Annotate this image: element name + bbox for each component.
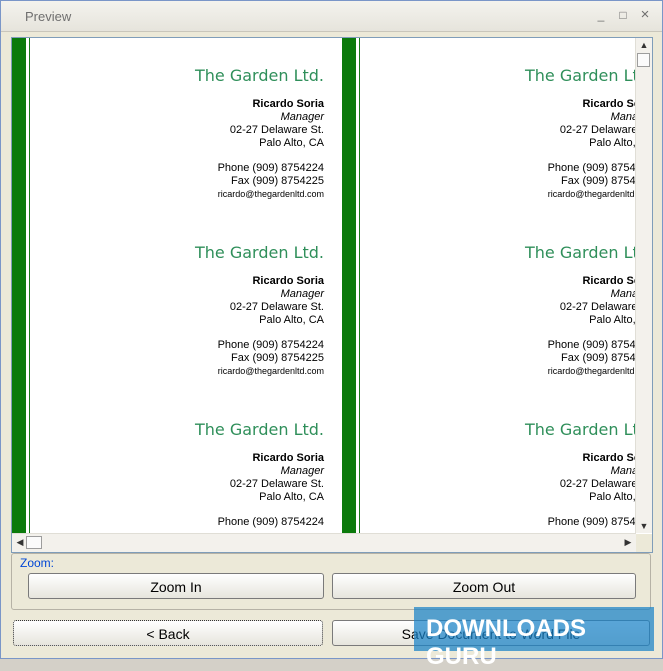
business-card: The Garden Ltd. Ricardo Soria Manager 02… bbox=[394, 243, 636, 376]
card-page-left: The Garden Ltd. Ricardo Soria Manager 02… bbox=[12, 38, 342, 533]
fax: Fax (909) 8754225 bbox=[561, 352, 636, 364]
phone: Phone (909) 8754224 bbox=[217, 162, 324, 174]
maximize-icon[interactable]: □ bbox=[615, 8, 631, 22]
city: Palo Alto, CA bbox=[259, 491, 324, 503]
close-icon[interactable]: × bbox=[637, 7, 653, 22]
fax: Fax (909) 8754225 bbox=[231, 352, 324, 364]
horizontal-scroll-thumb[interactable] bbox=[26, 536, 42, 549]
phone: Phone (909) 8754224 bbox=[217, 516, 324, 528]
preview-window: Preview _ □ × The Garden Ltd. Ricardo So… bbox=[0, 0, 663, 670]
scroll-right-icon[interactable]: ▶ bbox=[620, 537, 636, 548]
contact-role: Manager bbox=[280, 111, 324, 123]
contact-role: Manager bbox=[280, 288, 324, 300]
scroll-up-icon[interactable]: ▲ bbox=[636, 40, 652, 50]
email: ricardo@thegardenltd.com bbox=[547, 366, 636, 376]
street-address: 02-27 Delaware St. bbox=[229, 124, 324, 136]
fax: Fax (909) 8754225 bbox=[231, 175, 324, 187]
phone: Phone (909) 8754224 bbox=[547, 339, 636, 351]
contact-role: Manager bbox=[280, 465, 324, 477]
divider-line bbox=[29, 38, 30, 533]
title-bar[interactable]: Preview _ □ × bbox=[1, 1, 662, 32]
contact-name: Ricardo Soria bbox=[252, 275, 324, 287]
green-stripe bbox=[12, 38, 26, 533]
phone: Phone (909) 8754224 bbox=[547, 162, 636, 174]
zoom-legend: Zoom: bbox=[18, 556, 57, 570]
street-address: 02-27 Delaware St. bbox=[229, 301, 324, 313]
business-card: The Garden Ltd. Ricardo Soria Manager 02… bbox=[394, 66, 636, 199]
email: ricardo@thegardenltd.com bbox=[217, 189, 324, 199]
card-page-right: The Garden Ltd. Ricardo Soria Manager 02… bbox=[342, 38, 636, 533]
city: Palo Alto, CA bbox=[589, 491, 636, 503]
contact-name: Ricardo Soria bbox=[252, 98, 324, 110]
business-card: The Garden Ltd. Ricardo Soria Manager 02… bbox=[394, 420, 636, 528]
city: Palo Alto, CA bbox=[259, 314, 324, 326]
contact-role: Manager bbox=[610, 465, 636, 477]
scroll-down-icon[interactable]: ▼ bbox=[636, 521, 652, 531]
city: Palo Alto, CA bbox=[589, 137, 636, 149]
contact-role: Manager bbox=[610, 111, 636, 123]
zoom-out-button[interactable]: Zoom Out bbox=[332, 573, 636, 599]
contact-name: Ricardo Soria bbox=[582, 452, 636, 464]
window-title: Preview bbox=[25, 9, 72, 24]
business-card: The Garden Ltd. Ricardo Soria Manager 02… bbox=[64, 243, 324, 376]
contact-role: Manager bbox=[610, 288, 636, 300]
street-address: 02-27 Delaware St. bbox=[229, 478, 324, 490]
street-address: 02-27 Delaware St. bbox=[559, 124, 636, 136]
fax: Fax (909) 8754225 bbox=[561, 175, 636, 187]
city: Palo Alto, CA bbox=[259, 137, 324, 149]
contact-name: Ricardo Soria bbox=[582, 275, 636, 287]
phone: Phone (909) 8754224 bbox=[217, 339, 324, 351]
document-preview[interactable]: The Garden Ltd. Ricardo Soria Manager 02… bbox=[11, 37, 653, 553]
zoom-in-button[interactable]: Zoom In bbox=[28, 573, 324, 599]
watermark-logo: DOWNLOADS GURU bbox=[414, 607, 654, 670]
company-name: The Garden Ltd. bbox=[195, 420, 324, 439]
email: ricardo@thegardenltd.com bbox=[217, 366, 324, 376]
street-address: 02-27 Delaware St. bbox=[559, 478, 636, 490]
contact-name: Ricardo Soria bbox=[252, 452, 324, 464]
minimize-icon[interactable]: _ bbox=[593, 8, 609, 22]
company-name: The Garden Ltd. bbox=[525, 243, 636, 262]
scroll-corner bbox=[636, 534, 652, 552]
contact-name: Ricardo Soria bbox=[582, 98, 636, 110]
vertical-scroll-thumb[interactable] bbox=[637, 53, 650, 67]
city: Palo Alto, CA bbox=[589, 314, 636, 326]
phone: Phone (909) 8754224 bbox=[547, 516, 636, 528]
company-name: The Garden Ltd. bbox=[195, 66, 324, 85]
horizontal-scrollbar[interactable]: ◀ ▶ bbox=[12, 533, 636, 552]
company-name: The Garden Ltd. bbox=[525, 420, 636, 439]
vertical-scrollbar[interactable]: ▲ ▼ bbox=[635, 38, 652, 533]
company-name: The Garden Ltd. bbox=[525, 66, 636, 85]
company-name: The Garden Ltd. bbox=[195, 243, 324, 262]
watermark-text: DOWNLOADS GURU bbox=[426, 615, 586, 670]
street-address: 02-27 Delaware St. bbox=[559, 301, 636, 313]
back-button[interactable]: < Back bbox=[13, 620, 323, 646]
business-card: The Garden Ltd. Ricardo Soria Manager 02… bbox=[64, 420, 324, 528]
email: ricardo@thegardenltd.com bbox=[547, 189, 636, 199]
business-card: The Garden Ltd. Ricardo Soria Manager 02… bbox=[64, 66, 324, 199]
